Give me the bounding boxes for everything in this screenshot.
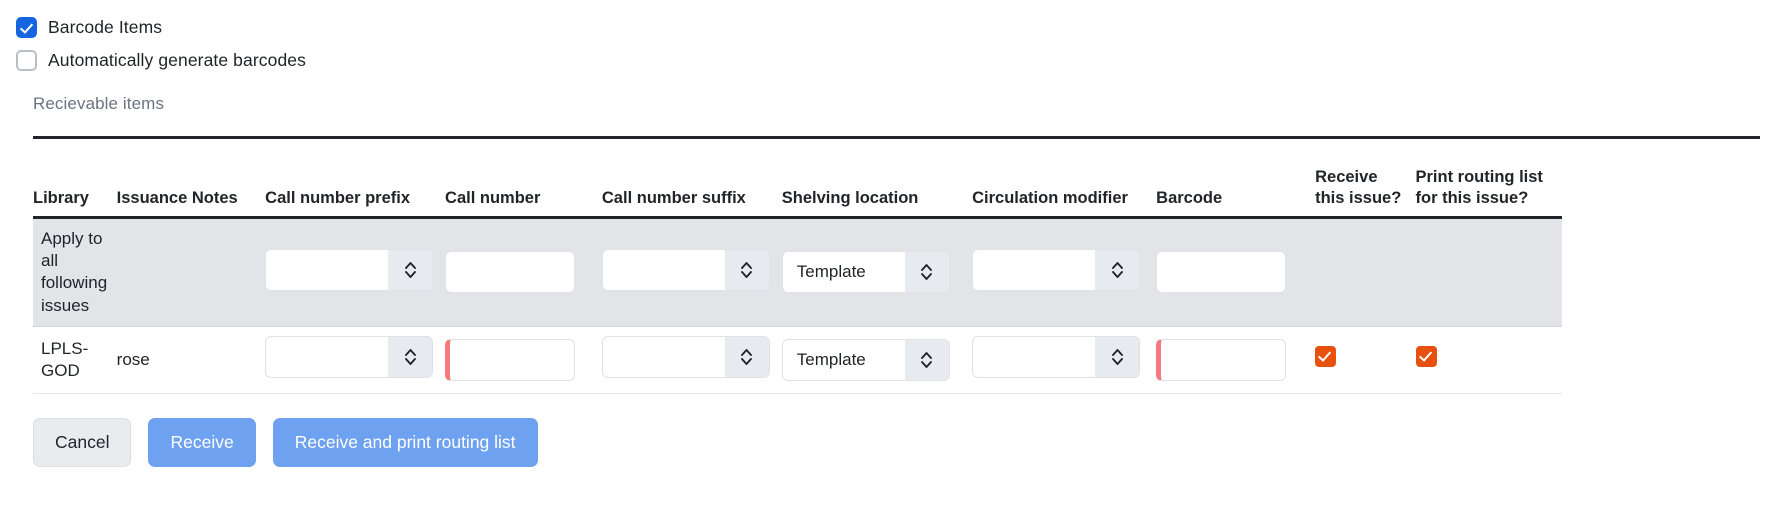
cell-issuance-notes: rose: [116, 326, 266, 394]
call-number-prefix-select-value: [266, 337, 388, 377]
receive-button[interactable]: Receive: [148, 417, 256, 468]
call-number-suffix-select-value: [603, 250, 725, 290]
column-header-call-number-prefix: Call number prefix: [265, 139, 446, 219]
receive-items-page: Barcode Items Automatically generate bar…: [0, 0, 1770, 530]
cell-circulation-modifier: [972, 217, 1157, 328]
call-number-input[interactable]: [445, 251, 576, 294]
print-routing-list-checkbox[interactable]: [1415, 346, 1437, 368]
table-row: LPLS-GOD rose Template: [33, 326, 1562, 394]
cell-print-routing-list: [1415, 326, 1562, 394]
column-header-barcode: Barcode: [1156, 139, 1316, 219]
cell-call-number: [445, 326, 602, 394]
column-header-call-number: Call number: [445, 139, 602, 219]
chevron-up-down-icon: [724, 249, 769, 290]
cell-call-number-suffix: [601, 326, 782, 394]
chevron-up-down-icon: [904, 339, 949, 380]
cell-call-number: [445, 217, 602, 328]
circulation-modifier-select-value: [973, 337, 1095, 377]
chevron-up-down-icon: [1095, 337, 1140, 378]
call-number-input[interactable]: [445, 338, 576, 381]
circulation-modifier-select-value: [973, 250, 1095, 290]
call-number-prefix-select[interactable]: [265, 336, 434, 379]
auto-generate-barcodes-checkbox[interactable]: [16, 50, 37, 71]
cell-shelving-location: Template: [781, 326, 973, 394]
cancel-button[interactable]: Cancel: [33, 417, 132, 468]
receivable-items-table: Library Issuance Notes Call number prefi…: [33, 139, 1562, 394]
circulation-modifier-select[interactable]: [972, 336, 1141, 379]
cell-call-number-prefix: [265, 217, 446, 328]
shelving-location-select-value: Template: [796, 262, 866, 282]
shelving-location-select[interactable]: Template: [781, 251, 950, 294]
cell-barcode: [1156, 217, 1316, 328]
table-header-row: Library Issuance Notes Call number prefi…: [33, 139, 1562, 219]
receive-this-issue-checkbox[interactable]: [1315, 346, 1337, 368]
barcode-items-checkbox[interactable]: [16, 17, 37, 38]
call-number-suffix-select-value: [603, 337, 725, 377]
cell-receive-this-issue: [1315, 217, 1416, 328]
circulation-modifier-select[interactable]: [972, 248, 1141, 291]
cell-barcode: [1156, 326, 1316, 394]
cell-print-routing-list: [1415, 217, 1562, 328]
barcode-items-row[interactable]: Barcode Items: [0, 0, 1770, 38]
barcode-input[interactable]: [1156, 251, 1287, 294]
cell-circulation-modifier: [972, 326, 1157, 394]
cell-call-number-prefix: [265, 326, 446, 394]
section-title: Recievable items: [33, 94, 165, 113]
column-header-print-routing-list: Print routing list for this issue?: [1415, 139, 1562, 219]
column-header-shelving-location: Shelving location: [781, 139, 973, 219]
chevron-up-down-icon: [388, 337, 433, 378]
call-number-prefix-select-value: [266, 250, 388, 290]
cell-receive-this-issue: [1315, 326, 1416, 394]
auto-generate-barcodes-label: Automatically generate barcodes: [48, 50, 306, 70]
cell-issuance-notes: [116, 217, 266, 328]
shelving-location-select[interactable]: Template: [781, 338, 950, 381]
call-number-prefix-select[interactable]: [265, 248, 434, 291]
column-header-issuance-notes: Issuance Notes: [116, 139, 266, 219]
call-number-suffix-select[interactable]: [601, 248, 770, 291]
chevron-up-down-icon: [1095, 249, 1140, 290]
shelving-location-select-value: Template: [796, 349, 866, 369]
column-header-circulation-modifier: Circulation modifier: [972, 139, 1157, 219]
cell-call-number-suffix: [601, 217, 782, 328]
barcode-items-label: Barcode Items: [48, 17, 163, 37]
chevron-up-down-icon: [388, 249, 433, 290]
action-button-bar: Cancel Receive Receive and print routing…: [33, 417, 1770, 468]
chevron-up-down-icon: [904, 252, 949, 293]
cell-library: Apply to all following issues: [33, 217, 117, 328]
receive-and-print-routing-list-button[interactable]: Receive and print routing list: [272, 417, 538, 468]
column-header-receive-this-issue: Receive this issue?: [1315, 139, 1416, 219]
call-number-suffix-select[interactable]: [601, 336, 770, 379]
chevron-up-down-icon: [724, 337, 769, 378]
cell-library: LPLS-GOD: [33, 326, 117, 394]
barcode-input[interactable]: [1156, 338, 1287, 381]
column-header-call-number-suffix: Call number suffix: [601, 139, 782, 219]
column-header-library: Library: [33, 139, 117, 219]
table-row: Apply to all following issues Template: [33, 217, 1562, 328]
cell-shelving-location: Template: [781, 217, 973, 328]
auto-generate-barcodes-row[interactable]: Automatically generate barcodes: [0, 38, 1770, 71]
